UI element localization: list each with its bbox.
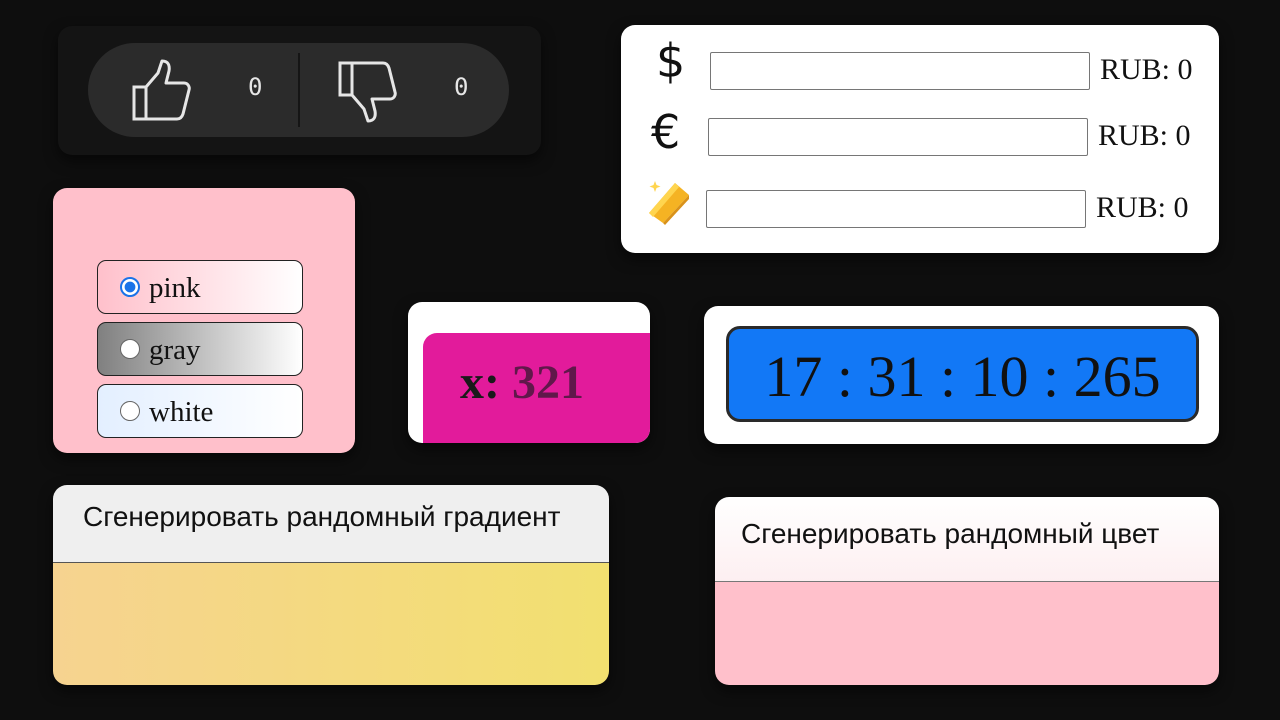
eur-input[interactable] — [708, 118, 1088, 156]
thumbs-down-icon — [338, 61, 397, 123]
radio-checked[interactable] — [120, 277, 140, 297]
like-count: 0 — [248, 73, 263, 101]
gold-rub-output: RUB: 0 — [1096, 191, 1189, 224]
likes-widget: 0 0 — [58, 26, 541, 155]
usd-rub-output: RUB: 0 — [1100, 53, 1193, 86]
color-generator: Сгенерировать рандомный цвет — [715, 497, 1219, 685]
divider — [298, 53, 300, 127]
gradient-preview — [53, 563, 609, 685]
gradient-generator: Сгенерировать рандомный градиент — [53, 485, 609, 685]
button-label: Сгенерировать рандомный цвет — [741, 518, 1160, 549]
color-preview — [715, 582, 1219, 685]
radio-label: white — [149, 396, 214, 428]
currency-converter: $ RUB: 0 € RUB: 0 RUB: 0 — [621, 25, 1219, 253]
generate-gradient-button[interactable]: Сгенерировать рандомный градиент — [53, 485, 609, 563]
radio-label: gray — [149, 334, 201, 366]
dislike-count: 0 — [454, 73, 469, 101]
thumbs-up-icon — [132, 59, 191, 121]
gold-input[interactable] — [706, 190, 1086, 228]
coordinate-area[interactable]: x: 321 — [423, 333, 650, 443]
eur-rub-output: RUB: 0 — [1098, 119, 1191, 152]
gold-bar-icon — [649, 181, 689, 225]
radio-label: pink — [149, 272, 201, 304]
dislike-button[interactable] — [334, 57, 404, 127]
likes-pill: 0 0 — [88, 43, 509, 137]
radio-option-pink[interactable]: pink — [97, 260, 303, 314]
radio-unchecked[interactable] — [120, 401, 140, 421]
euro-symbol: € — [651, 105, 681, 159]
radio-unchecked[interactable] — [120, 339, 140, 359]
coord-value: 321 — [511, 356, 584, 409]
generate-color-button[interactable]: Сгенерировать рандомный цвет — [715, 497, 1219, 582]
coordinate-display: x: 321 — [408, 302, 650, 443]
theme-selector: pink gray white — [53, 188, 355, 453]
usd-input[interactable] — [710, 52, 1090, 90]
radio-option-gray[interactable]: gray — [97, 322, 303, 376]
clock-time: 17 : 31 : 10 : 265 — [764, 344, 1161, 409]
button-label: Сгенерировать рандомный градиент — [83, 501, 561, 532]
radio-option-white[interactable]: white — [97, 384, 303, 438]
like-button[interactable] — [128, 57, 198, 127]
clock-face: 17 : 31 : 10 : 265 — [726, 326, 1199, 422]
clock-widget: 17 : 31 : 10 : 265 — [704, 306, 1219, 444]
coord-label: x: — [460, 356, 500, 409]
dollar-symbol: $ — [656, 34, 686, 88]
